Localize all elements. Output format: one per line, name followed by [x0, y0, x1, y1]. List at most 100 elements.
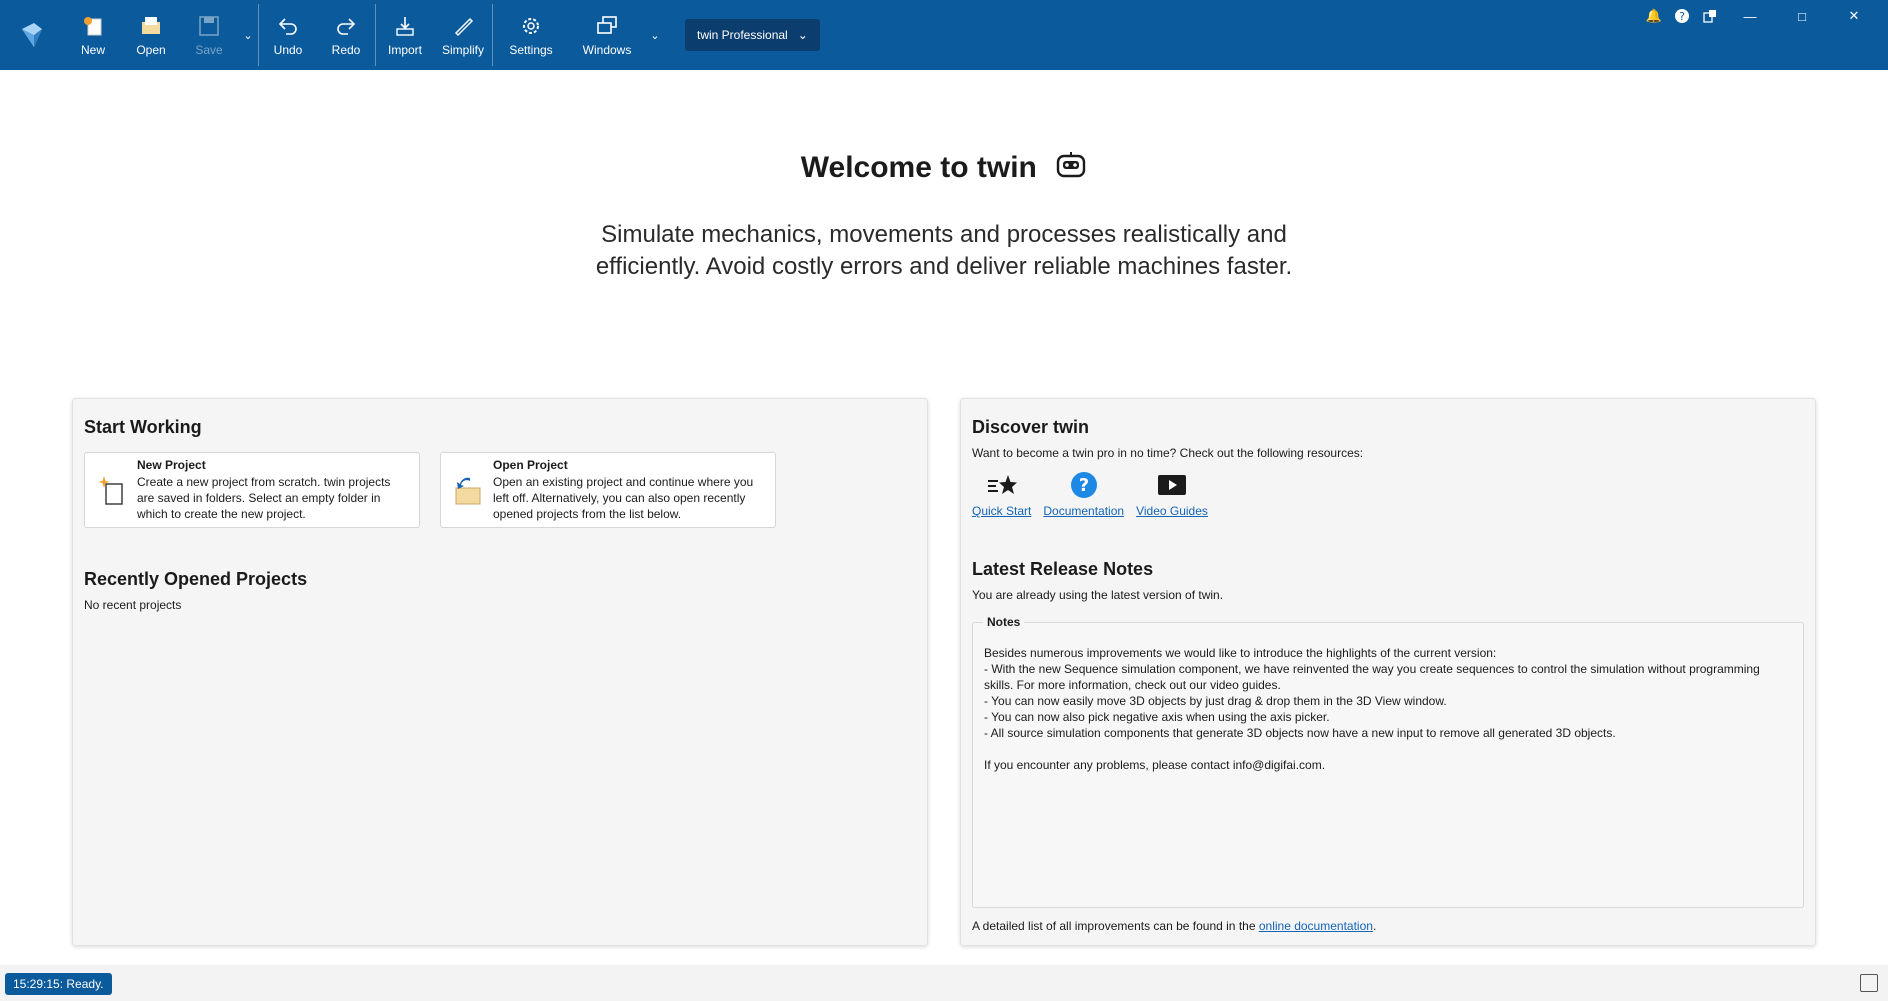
discover-section: Discover twin Want to become a twin pro … — [972, 417, 1363, 518]
documentation-icon: ? — [1070, 470, 1098, 500]
documentation-label: Documentation — [1043, 504, 1125, 518]
status-message: 15:29:15: Ready. — [5, 973, 112, 995]
video-guides-label: Video Guides — [1136, 504, 1208, 518]
chevron-down-icon: ⌄ — [243, 29, 253, 42]
welcome-subtitle-line: efficiently. Avoid costly errors and del… — [595, 253, 1293, 280]
new-project-icon — [95, 458, 127, 522]
import-button-label: Import — [387, 43, 422, 57]
notes-line: If you encounter any problems, please co… — [984, 758, 1326, 772]
settings-button[interactable]: Settings — [493, 0, 569, 70]
recent-projects-section: Recently Opened Projects No recent proje… — [84, 569, 307, 612]
start-working-heading: Start Working — [84, 417, 202, 437]
recent-projects-empty: No recent projects — [84, 598, 182, 612]
svg-text:?: ? — [1078, 475, 1088, 496]
welcome-heading: Welcome to twin — [0, 150, 1888, 188]
save-button-label: Save — [195, 43, 223, 57]
chevron-down-icon: ⌄ — [650, 29, 660, 42]
help-icon[interactable]: ? — [1672, 6, 1692, 26]
settings-button-label: Settings — [509, 43, 553, 57]
release-notes-section: Latest Release Notes You are already usi… — [972, 559, 1223, 602]
new-project-title: New Project — [137, 458, 206, 472]
close-icon[interactable]: ✕ — [1832, 6, 1876, 26]
release-notes-footer: A detailed list of all improvements can … — [972, 919, 1376, 933]
notes-line: - You can now easily move 3D objects by … — [984, 694, 1447, 708]
windows-button-label: Windows — [582, 43, 632, 57]
maximize-icon[interactable]: □ — [1780, 6, 1824, 26]
redo-button[interactable]: Redo — [317, 0, 375, 70]
welcome-subtitle: Simulate mechanics, movements and proces… — [544, 219, 1344, 283]
release-notes-heading: Latest Release Notes — [972, 559, 1154, 579]
discover-panel: Discover twin Want to become a twin pro … — [960, 398, 1816, 946]
windows-dropdown-button[interactable]: ⌄ — [645, 0, 665, 70]
footer-suffix: . — [1372, 919, 1377, 933]
notes-line: - With the new Sequence simulation compo… — [984, 662, 1760, 692]
switch-icon[interactable] — [1700, 6, 1720, 26]
windows-button[interactable]: Windows — [569, 0, 645, 70]
online-documentation-link[interactable]: online documentation — [1259, 919, 1373, 933]
redo-button-label: Redo — [331, 43, 361, 57]
new-file-icon — [80, 13, 106, 39]
simplify-button-label: Simplify — [441, 43, 484, 57]
quick-start-label: Quick Start — [972, 504, 1032, 518]
release-status: You are already using the latest version… — [972, 588, 1224, 602]
resource-links: Quick Start ? Documentation Video Guides — [972, 470, 1363, 518]
new-button-label: New — [80, 43, 105, 57]
start-working-panel: Start Working New Project Create a new p… — [72, 398, 928, 946]
edition-label: twin Professional — [697, 28, 788, 42]
open-button[interactable]: Open — [122, 0, 180, 70]
welcome-subtitle-line: Simulate mechanics, movements and proces… — [601, 221, 1287, 248]
video-guides-icon — [1157, 470, 1187, 500]
notes-line: - All source simulation components that … — [984, 726, 1616, 740]
import-icon — [392, 13, 418, 39]
simplify-icon — [450, 13, 476, 39]
notes-line: Besides numerous improvements we would l… — [984, 646, 1497, 660]
documentation-link[interactable]: ? Documentation — [1043, 470, 1124, 518]
robot-icon — [1055, 150, 1087, 188]
undo-button[interactable]: Undo — [259, 0, 317, 70]
main-toolbar: New Open Save ⌄ Undo Redo Import Simplif… — [0, 0, 1888, 70]
start-cards: New Project Create a new project from sc… — [84, 452, 776, 528]
quick-start-icon — [986, 470, 1018, 500]
window-tools: 🔔 ? — □ ✕ — [1644, 0, 1888, 70]
app-logo-icon — [0, 0, 64, 70]
gear-icon — [518, 13, 544, 39]
footer-text: A detailed list of all improvements can … — [972, 919, 1259, 933]
notes-box: Notes Besides numerous improvements we w… — [972, 615, 1804, 908]
save-icon — [196, 13, 222, 39]
bell-icon[interactable]: 🔔 — [1644, 6, 1664, 26]
svg-text:?: ? — [1679, 10, 1685, 23]
open-project-description: Open an existing project and continue wh… — [493, 475, 754, 521]
simplify-button[interactable]: Simplify — [434, 0, 492, 70]
panel-toggle-icon[interactable] — [1860, 974, 1878, 992]
open-button-label: Open — [136, 43, 166, 57]
edition-selector[interactable]: twin Professional ⌄ — [685, 19, 820, 51]
new-project-description: Create a new project from scratch. twin … — [137, 475, 391, 521]
recent-projects-heading: Recently Opened Projects — [84, 569, 308, 589]
discover-heading: Discover twin — [972, 417, 1090, 437]
quick-start-link[interactable]: Quick Start — [972, 470, 1031, 518]
chevron-down-icon: ⌄ — [797, 28, 808, 42]
import-button[interactable]: Import — [376, 0, 434, 70]
windows-icon — [594, 13, 620, 39]
notes-line — [984, 741, 1792, 757]
video-guides-link[interactable]: Video Guides — [1136, 470, 1208, 518]
new-button[interactable]: New — [64, 0, 122, 70]
start-working-section: Start Working New Project Create a new p… — [84, 417, 776, 528]
undo-icon — [275, 13, 301, 39]
save-dropdown-button[interactable]: ⌄ — [238, 0, 258, 70]
minimize-icon[interactable]: — — [1728, 6, 1772, 26]
save-button[interactable]: Save — [180, 0, 238, 70]
notes-legend: Notes — [983, 615, 1025, 629]
open-project-title: Open Project — [493, 458, 568, 472]
new-project-card[interactable]: New Project Create a new project from sc… — [84, 452, 420, 528]
notes-line: - You can now also pick negative axis wh… — [984, 710, 1330, 724]
status-bar: 15:29:15: Ready. — [0, 965, 1888, 1001]
undo-button-label: Undo — [273, 43, 303, 57]
welcome-title: Welcome to twin — [800, 150, 1037, 184]
redo-icon — [333, 13, 359, 39]
discover-intro: Want to become a twin pro in no time? Ch… — [972, 446, 1364, 460]
notes-body: Besides numerous improvements we would l… — [973, 623, 1803, 773]
open-project-icon — [451, 458, 483, 522]
open-folder-icon — [138, 13, 164, 39]
open-project-card[interactable]: Open Project Open an existing project an… — [440, 452, 776, 528]
